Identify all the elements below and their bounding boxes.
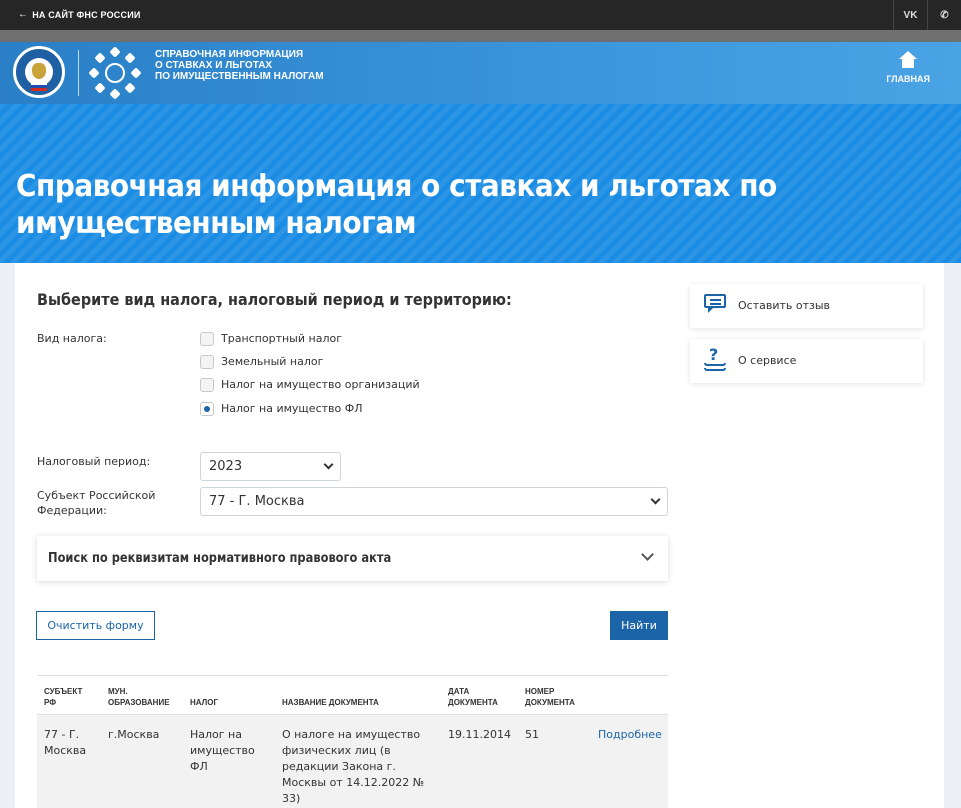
vk-icon[interactable]: VK [893, 0, 927, 30]
cell-subject: 77 - Г. Москва [44, 728, 87, 757]
details-link[interactable]: Подробнее [598, 727, 662, 743]
col-document-name: Название документа [282, 698, 379, 707]
subject-select[interactable]: 77 - Г. Москва [200, 487, 668, 516]
subject-value: 77 - Г. Москва [209, 494, 305, 509]
table-row: 77 - Г. Москва г.Москва Налог на имущество… [37, 715, 668, 808]
home-label: ГЛАВНАЯ [886, 74, 930, 84]
radio-land-tax-label[interactable]: Земельный налог [221, 355, 323, 368]
site-header: СПРАВОЧНАЯ ИНФОРМАЦИЯ О СТАВКАХ И ЛЬГОТА… [0, 42, 961, 104]
radio-individual-property-tax[interactable] [200, 402, 214, 416]
col-subject: Субъект РФ [44, 687, 83, 707]
cell-tax: Налог на имущество ФЛ [190, 728, 255, 773]
home-icon [897, 51, 919, 69]
service-logo[interactable] [88, 46, 142, 100]
cell-document-name: О налоге на имущество физических лиц (в ре… [282, 728, 425, 805]
period-value: 2023 [209, 459, 243, 474]
cell-document-date: 19.11.2014 [448, 728, 511, 741]
accordion-title: Поиск по реквизитам нормативного правово… [48, 551, 392, 566]
fns-emblem-logo[interactable] [13, 46, 65, 98]
about-label: О сервисе [738, 354, 797, 367]
results-table-header: Субъект РФ Мун. образование Налог Название… [37, 675, 668, 715]
gray-strip [0, 30, 961, 42]
chevron-down-icon [323, 459, 334, 470]
col-document-number: Номер документа [525, 687, 575, 707]
russian-flag-icon [31, 82, 47, 91]
radio-transport-tax-label[interactable]: Транспортный налог [221, 332, 342, 345]
phone-icon[interactable]: ✆ [927, 0, 961, 30]
chevron-down-icon [641, 548, 654, 561]
page-title: Справочная информация о ставках и льгота… [16, 169, 777, 241]
search-by-act-accordion[interactable]: Поиск по реквизитам нормативного правово… [37, 536, 668, 581]
top-bar: ← НА САЙТ ФНС РОССИИ VK ✆ [0, 0, 961, 30]
radio-org-property-tax-label[interactable]: Налог на имущество организаций [221, 378, 420, 391]
clear-form-button[interactable]: Очистить форму [36, 611, 155, 640]
subject-label: Субъект Российской Федерации: [37, 489, 156, 517]
hero-banner: Справочная информация о ставках и льгота… [0, 104, 961, 263]
arrow-left-icon: ← [18, 9, 29, 20]
eagle-icon [32, 63, 46, 79]
home-button[interactable]: ГЛАВНАЯ [886, 51, 930, 84]
back-to-fns-link[interactable]: ← НА САЙТ ФНС РОССИИ [18, 9, 141, 20]
about-service-button[interactable]: ? О сервисе [690, 339, 923, 383]
cell-document-number: 51 [525, 728, 539, 741]
cell-municipality: г.Москва [108, 728, 160, 741]
radio-org-property-tax[interactable] [200, 378, 214, 392]
col-municipality: Мун. образование [108, 687, 170, 707]
period-select[interactable]: 2023 [200, 452, 341, 481]
header-divider [78, 50, 79, 96]
tax-type-label: Вид налога: [37, 332, 107, 345]
radio-land-tax[interactable] [200, 355, 214, 369]
feedback-button[interactable]: Оставить отзыв [690, 284, 923, 328]
chevron-down-icon [650, 494, 661, 505]
find-button[interactable]: Найти [610, 611, 668, 640]
col-tax: Налог [190, 698, 219, 707]
form-heading: Выберите вид налога, налоговый период и … [37, 290, 512, 309]
question-stack-icon: ? [703, 345, 729, 371]
service-title: СПРАВОЧНАЯ ИНФОРМАЦИЯ О СТАВКАХ И ЛЬГОТА… [155, 49, 324, 82]
radio-transport-tax[interactable] [200, 332, 214, 346]
chat-bubble-icon [703, 292, 729, 316]
feedback-label: Оставить отзыв [738, 299, 831, 312]
period-label: Налоговый период: [37, 455, 151, 468]
back-link-label: НА САЙТ ФНС РОССИИ [32, 9, 141, 20]
col-document-date: Дата документа [448, 687, 498, 707]
radio-individual-property-tax-label[interactable]: Налог на имущество ФЛ [221, 402, 362, 415]
